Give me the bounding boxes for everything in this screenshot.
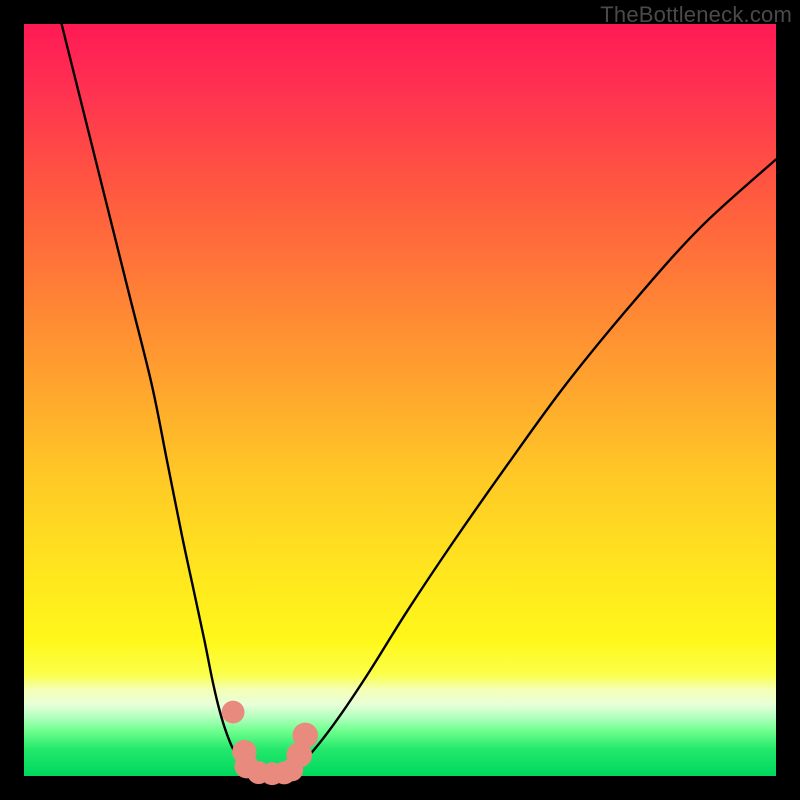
curve-marker <box>292 723 318 749</box>
bottleneck-curve-path <box>62 24 776 774</box>
chart-svg <box>24 24 776 776</box>
bottleneck-curve <box>62 24 776 774</box>
curve-marker <box>222 701 245 724</box>
curve-markers <box>222 701 318 786</box>
